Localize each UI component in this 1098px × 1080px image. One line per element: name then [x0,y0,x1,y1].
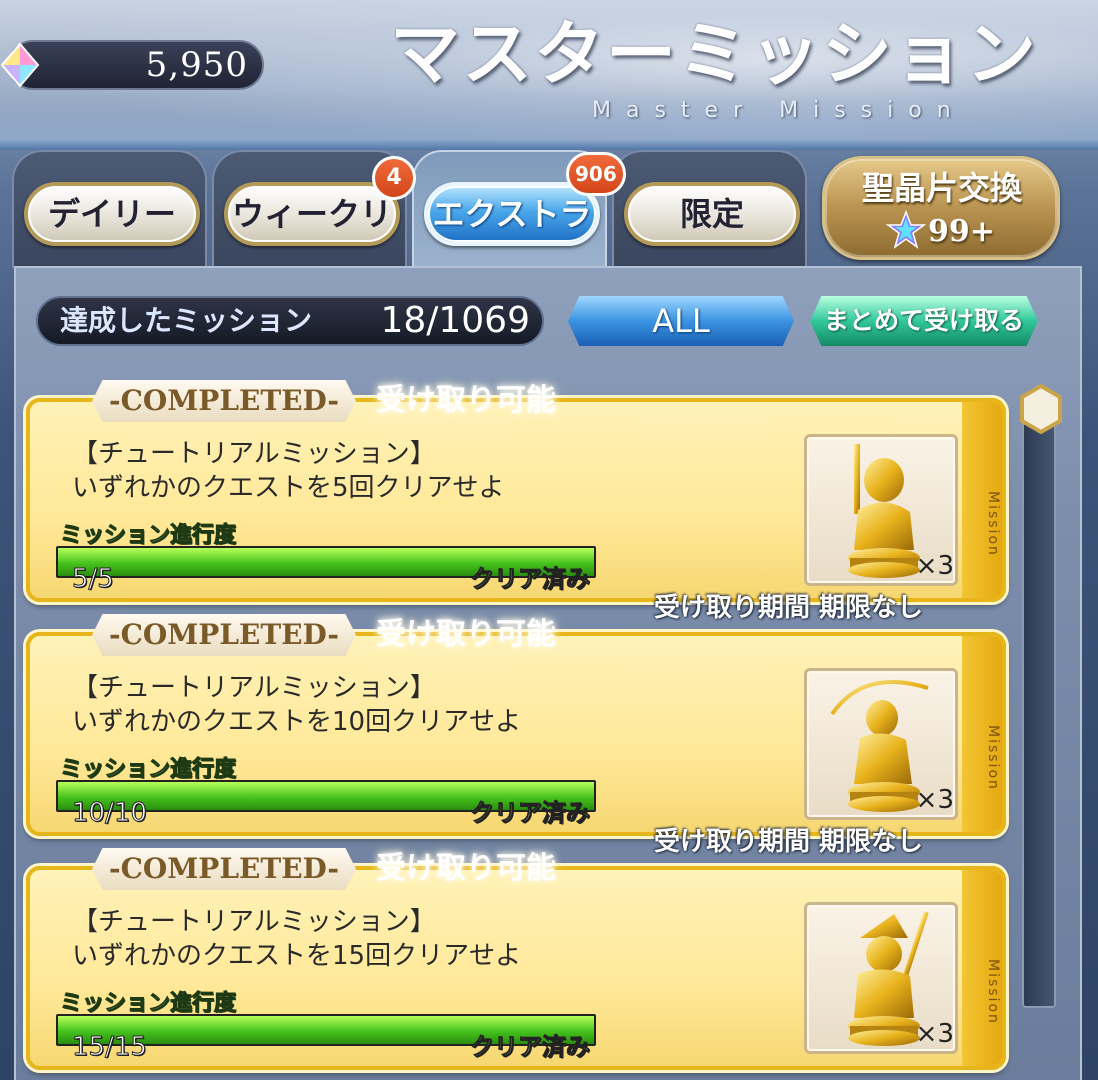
reward-quantity: ×3 [915,551,954,581]
mission-category: 【チュートリアルミッション】 [72,673,436,703]
claimable-label: 受け取り可能 [376,617,556,652]
saint-quartz-fragment-icon [886,210,926,249]
completed-label: -COMPLETED- [109,618,339,651]
scrollbar-track[interactable] [1022,420,1056,1008]
tab-extra-badge: 906 [566,152,626,196]
saint-quartz-icon [0,42,40,88]
tab-weekly-badge: 4 [372,156,416,200]
scrollbar-thumb[interactable] [1018,384,1064,434]
completed-label: -COMPLETED- [109,384,339,417]
filter-label: ALL [652,302,710,340]
exchange-count: 99+ [928,214,995,249]
mission-description: いずれかのクエストを10回クリアせよ [72,707,522,737]
mission-tag: Mission [985,491,1001,557]
tab-daily[interactable]: デイリー [24,182,200,246]
currency-value: 5,950 [145,45,248,85]
tab-weekly[interactable]: ウィークリー [224,182,400,289]
mission-category: 【チュートリアルミッション】 [72,907,436,937]
mission-description: いずれかのクエストを15回クリアせよ [72,941,522,971]
tab-limited[interactable]: 限定 [624,182,800,246]
progress-status: クリア済み [470,1033,591,1062]
mission-tag: Mission [985,959,1001,1025]
mission-tag: Mission [985,725,1001,791]
tab-extra[interactable]: エクストラ [424,182,600,246]
receive-period: 受け取り期間 期限なし [654,827,924,857]
progress-status: クリア済み [470,799,591,828]
completed-missions-count: 18/1069 [380,300,530,341]
completed-label: -COMPLETED- [109,852,339,885]
claimable-label: 受け取り可能 [376,383,556,418]
progress-value: 10/10 [72,798,148,829]
page-subtitle: Master Mission [592,98,966,123]
completed-missions-label: 達成したミッション [60,304,313,337]
progress-value: 5/5 [72,564,115,595]
reward-quantity: ×3 [915,1019,954,1049]
claimable-label: 受け取り可能 [376,851,556,886]
mission-description: いずれかのクエストを5回クリアせよ [72,473,505,503]
mission-category: 【チュートリアルミッション】 [72,439,436,469]
collect-all-label: まとめて受け取る [823,306,1024,335]
exchange-label: 聖晶片交換 [861,169,1022,207]
progress-value: 15/15 [72,1032,148,1063]
page-title: マスターミッション [390,12,1038,95]
progress-status: クリア済み [470,565,591,594]
receive-period: 受け取り期間 期限なし [654,593,924,623]
reward-quantity: ×3 [915,785,954,815]
